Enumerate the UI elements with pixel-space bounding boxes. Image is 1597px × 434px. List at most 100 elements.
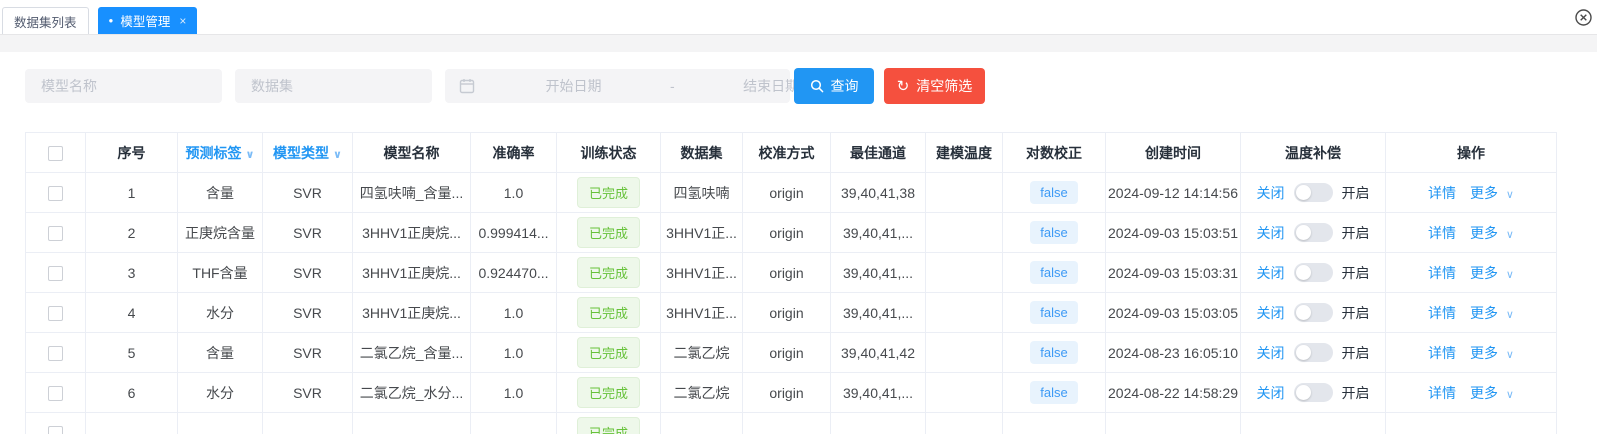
query-button[interactable]: 查询 (794, 68, 874, 104)
detail-link[interactable]: 详情 (1428, 185, 1456, 201)
toggle-on-label[interactable]: 开启 (1342, 183, 1370, 203)
cell-calibration: origin (743, 333, 831, 373)
header-type[interactable]: 模型类型∨ (263, 133, 353, 173)
cell-type-value: SVR (293, 305, 322, 321)
cell-checkbox (26, 293, 86, 333)
toggle-on-label[interactable]: 开启 (1342, 383, 1370, 403)
temperature-compensation-toggle[interactable] (1294, 223, 1333, 242)
detail-link[interactable]: 详情 (1428, 305, 1456, 321)
header-log: 对数校正 (1003, 133, 1106, 173)
more-link[interactable]: 更多 ∨ (1470, 185, 1514, 201)
more-link[interactable]: 更多 ∨ (1470, 385, 1514, 401)
date-separator: - (664, 78, 681, 94)
toggle-on-label[interactable]: 开启 (1342, 263, 1370, 283)
table-row: 5含量SVR二氯乙烷_含量...1.0已完成二氯乙烷origin39,40,41… (26, 333, 1557, 373)
dataset-field[interactable] (235, 69, 432, 103)
toggle-off-label[interactable]: 关闭 (1257, 383, 1285, 403)
cell-channel-value: 39,40,41,... (843, 305, 913, 321)
cell-status: 已完成 (557, 373, 661, 413)
row-checkbox[interactable] (48, 226, 63, 241)
cell-channel: 39,40,41,... (831, 213, 926, 253)
cell-accuracy: 0.999414... (471, 213, 557, 253)
row-checkbox[interactable] (48, 386, 63, 401)
clear-filter-button[interactable]: ↻ 清空筛选 (884, 68, 985, 104)
cell-label-value: 水分 (206, 385, 234, 401)
cell-created: 2024-09-03 15:03:05 (1106, 293, 1241, 333)
header-created: 创建时间 (1106, 133, 1241, 173)
dataset-input[interactable] (235, 78, 432, 94)
temperature-compensation-toggle[interactable] (1294, 343, 1333, 362)
detail-link[interactable]: 详情 (1428, 265, 1456, 281)
cell-index: 3 (86, 253, 178, 293)
header-label[interactable]: 预测标签∨ (178, 133, 263, 173)
temperature-compensation-toggle[interactable] (1294, 303, 1333, 322)
cell-label-value: 含量 (206, 185, 234, 201)
date-range-field[interactable]: - (445, 69, 790, 103)
toggle-off-label[interactable]: 关闭 (1257, 183, 1285, 203)
temperature-compensation-toggle[interactable] (1294, 263, 1333, 282)
cell-dataset (661, 413, 743, 434)
toggle-knob (1296, 385, 1311, 400)
more-link[interactable]: 更多 ∨ (1470, 345, 1514, 361)
row-checkbox[interactable] (48, 346, 63, 361)
close-circle-icon[interactable] (1575, 9, 1592, 26)
toggle-on-label[interactable]: 开启 (1342, 343, 1370, 363)
cell-temperature (926, 373, 1003, 413)
toggle-off-label[interactable]: 关闭 (1257, 303, 1285, 323)
temperature-compensation-toggle[interactable] (1294, 383, 1333, 402)
cell-label: 正庚烷含量 (178, 213, 263, 253)
cell-type-value: SVR (293, 385, 322, 401)
header-accuracy-label: 准确率 (493, 145, 535, 161)
detail-link[interactable]: 详情 (1428, 385, 1456, 401)
cell-accuracy-value: 1.0 (504, 385, 523, 401)
cell-channel-value: 39,40,41,42 (841, 345, 915, 361)
tab-bar: 数据集列表 ● 模型管理 × (0, 0, 1597, 34)
detail-link[interactable]: 详情 (1428, 225, 1456, 241)
cell-type-value: SVR (293, 265, 322, 281)
toggle-off-label[interactable]: 关闭 (1257, 263, 1285, 283)
more-link[interactable]: 更多 ∨ (1470, 225, 1514, 241)
tab-close-icon[interactable]: × (179, 14, 186, 28)
temperature-compensation-toggle[interactable] (1294, 183, 1333, 202)
row-checkbox[interactable] (48, 266, 63, 281)
row-checkbox[interactable] (48, 306, 63, 321)
toggle-knob (1296, 345, 1311, 360)
table-row: 3THF含量SVR3HHV1正庚烷...0.924470...已完成3HHV1正… (26, 253, 1557, 293)
cell-dataset: 二氯乙烷 (661, 373, 743, 413)
select-all-checkbox[interactable] (48, 146, 63, 161)
cell-dataset: 3HHV1正... (661, 253, 743, 293)
header-status: 训练状态 (557, 133, 661, 173)
model-name-field[interactable] (25, 69, 222, 103)
filter-bar: - 查询 ↻ 清空筛选 (25, 68, 1597, 104)
tab-dataset-list-label: 数据集列表 (14, 12, 77, 31)
cell-channel: 39,40,41,... (831, 373, 926, 413)
cell-type-value: SVR (293, 185, 322, 201)
cell-log: false (1003, 293, 1106, 333)
cell-accuracy: 1.0 (471, 333, 557, 373)
cell-index: 1 (86, 173, 178, 213)
start-date-input[interactable] (483, 78, 664, 94)
toggle-knob (1296, 225, 1311, 240)
model-name-input[interactable] (25, 78, 222, 94)
toggle-off-label[interactable]: 关闭 (1257, 223, 1285, 243)
row-checkbox[interactable] (48, 426, 63, 434)
cell-accuracy-value: 1.0 (504, 345, 523, 361)
log-correction-badge: false (1030, 341, 1077, 364)
more-link[interactable]: 更多 ∨ (1470, 305, 1514, 321)
cell-actions (1386, 413, 1557, 434)
more-link[interactable]: 更多 ∨ (1470, 265, 1514, 281)
toggle-on-label[interactable]: 开启 (1342, 303, 1370, 323)
toggle-on-label[interactable]: 开启 (1342, 223, 1370, 243)
cell-dataset-value: 二氯乙烷 (674, 345, 730, 361)
model-table-wrap: 序号预测标签∨模型类型∨模型名称准确率训练状态数据集校准方式最佳通道建模温度对数… (25, 132, 1597, 434)
toggle-off-label[interactable]: 关闭 (1257, 343, 1285, 363)
detail-link[interactable]: 详情 (1428, 345, 1456, 361)
row-checkbox[interactable] (48, 186, 63, 201)
cell-log (1003, 413, 1106, 434)
cell-created-value: 2024-09-03 15:03:51 (1108, 225, 1238, 241)
tab-dataset-list[interactable]: 数据集列表 (2, 7, 89, 34)
cell-created: 2024-08-23 16:05:10 (1106, 333, 1241, 373)
tab-model-management[interactable]: ● 模型管理 × (98, 7, 198, 34)
chevron-down-icon: ∨ (1506, 189, 1514, 201)
cell-name (353, 413, 471, 434)
